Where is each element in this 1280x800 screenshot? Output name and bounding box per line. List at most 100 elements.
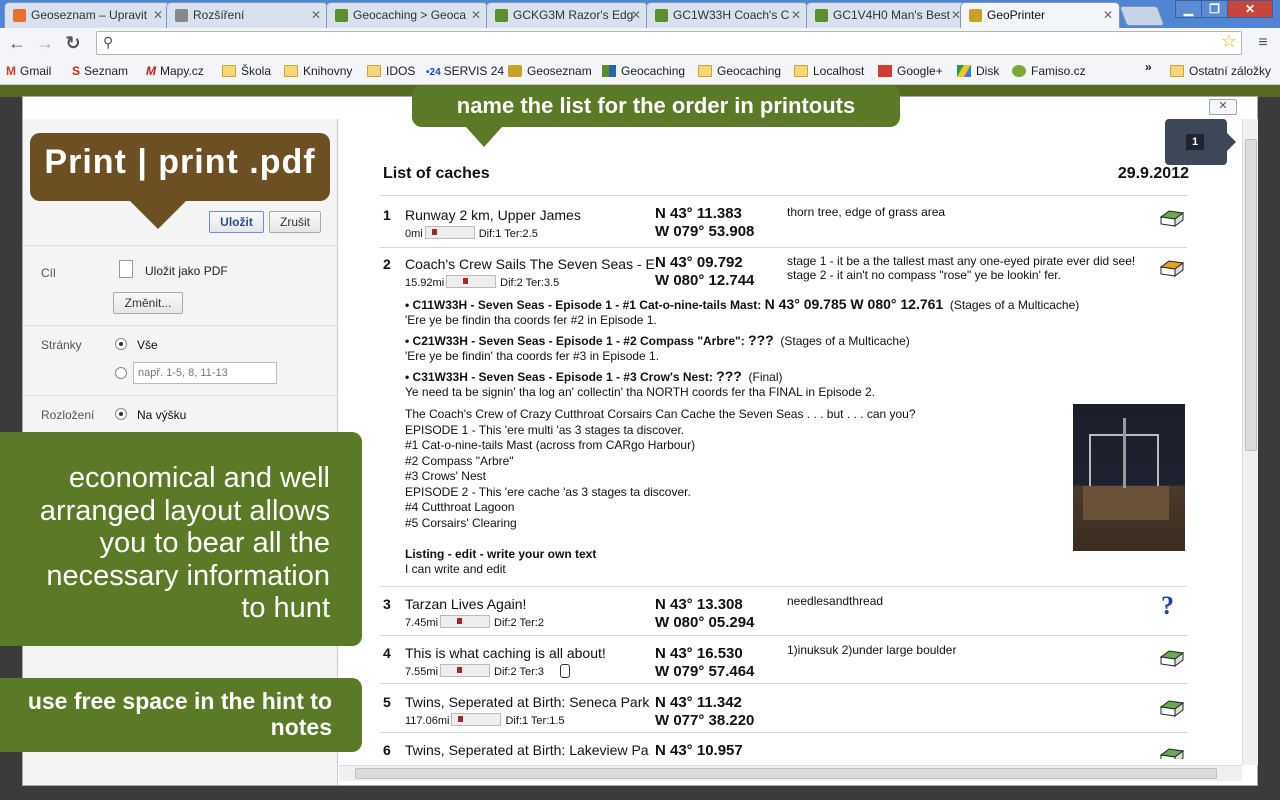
callout-hint: use free space in the hint to notes bbox=[0, 678, 362, 752]
difficulty-bar bbox=[424, 226, 475, 239]
pages-all-radio[interactable] bbox=[115, 338, 127, 350]
star-icon[interactable]: ☆ bbox=[1221, 31, 1237, 52]
bookmark-mapy[interactable]: M Mapy.cz bbox=[146, 62, 204, 80]
cache-number: 5 bbox=[383, 694, 391, 710]
back-arrow-icon[interactable]: ← bbox=[6, 32, 28, 54]
bookmarks-bar: M Gmail S Seznam M Mapy.cz Škola Knihovny I… bbox=[0, 58, 1280, 85]
bookmark-gmail[interactable]: M Gmail bbox=[6, 62, 51, 80]
bookmark-famiso[interactable]: Famiso.cz bbox=[1012, 62, 1086, 80]
geocaching-icon bbox=[602, 65, 616, 77]
stage-coords: N 43° 09.785 W 080° 12.761 bbox=[764, 296, 944, 312]
tab-extensions[interactable]: Rozšíření ✕ bbox=[166, 2, 328, 28]
change-destination-button[interactable]: Změnit... bbox=[113, 292, 183, 314]
bookmark-seznam[interactable]: S Seznam bbox=[72, 62, 128, 80]
bookmark-other[interactable]: Ostatní záložky bbox=[1170, 62, 1271, 80]
destination-section: Cíl Uložit jako PDF Změnit... bbox=[23, 245, 337, 326]
bookmark-disk[interactable]: Disk bbox=[957, 62, 999, 80]
scroll-thumb[interactable] bbox=[1245, 139, 1257, 451]
geocaching-favicon-icon bbox=[815, 9, 828, 22]
horizontal-scrollbar[interactable] bbox=[339, 765, 1242, 781]
bookmark-skola[interactable]: Škola bbox=[222, 62, 271, 80]
new-tab-button[interactable] bbox=[1119, 6, 1165, 26]
tab-geocaching[interactable]: Geocaching > Geoca ✕ bbox=[326, 2, 488, 28]
destination-value: Uložit jako PDF bbox=[145, 264, 228, 278]
close-icon[interactable]: ✕ bbox=[1209, 99, 1237, 115]
scroll-thumb[interactable] bbox=[355, 768, 1217, 779]
stage-code: • C21W33H - Seven Seas - Episode 1 - #2 … bbox=[405, 334, 745, 348]
layout-portrait-radio[interactable] bbox=[115, 408, 127, 420]
cache-number: 1 bbox=[383, 207, 391, 223]
tab-gc1w33h[interactable]: GC1W33H Coach's C ✕ bbox=[646, 2, 808, 28]
forward-arrow-icon[interactable]: → bbox=[34, 32, 56, 54]
stage-line: • C11W33H - Seven Seas - Episode 1 - #1 … bbox=[405, 296, 1079, 314]
traditional-cache-icon bbox=[1159, 748, 1185, 759]
more-bookmarks-icon[interactable]: » bbox=[1145, 58, 1152, 76]
stage-text: 'Ere ye be findin' tha coords fer #3 in … bbox=[405, 349, 660, 363]
cache-longitude: W 080° 05.294 bbox=[655, 614, 755, 631]
cache-terrain: Ter:2 bbox=[519, 617, 544, 629]
close-tab-icon[interactable]: ✕ bbox=[631, 3, 641, 27]
tab-geoseznam[interactable]: Geoseznam – Upravit ✕ bbox=[4, 2, 170, 28]
cache-meta: 15.92mi Dif:2 Ter:3.5 bbox=[405, 275, 559, 289]
difficulty-bar bbox=[451, 713, 502, 726]
reload-icon[interactable]: ↻ bbox=[62, 32, 84, 54]
cache-number: 6 bbox=[383, 742, 391, 758]
close-tab-icon[interactable]: ✕ bbox=[1103, 3, 1113, 27]
maximize-button[interactable]: ❐ bbox=[1201, 0, 1228, 18]
cache-latitude: N 43° 11.383 bbox=[655, 205, 742, 222]
tab-geoprinter[interactable]: GeoPrinter ✕ bbox=[960, 2, 1120, 28]
cache-longitude: W 079° 57.464 bbox=[655, 663, 755, 680]
cache-terrain: Ter:3 bbox=[519, 666, 544, 678]
close-window-button[interactable]: ✕ bbox=[1227, 0, 1273, 18]
cache-name: Twins, Seperated at Birth: Seneca Park bbox=[405, 694, 650, 710]
pages-range-input[interactable] bbox=[133, 362, 277, 384]
cancel-button[interactable]: Zrušit bbox=[269, 211, 321, 233]
tab-gc1v4h0[interactable]: GC1V4H0 Man's Best ✕ bbox=[806, 2, 968, 28]
address-bar[interactable]: ⚲ ☆ bbox=[96, 31, 1242, 55]
geocaching-favicon-icon bbox=[495, 9, 508, 22]
tab-gckg3m[interactable]: GCKG3M Razor's Edg ✕ bbox=[486, 2, 648, 28]
cache-difficulty: Dif:2 bbox=[500, 277, 523, 289]
cache-name: Tarzan Lives Again! bbox=[405, 596, 527, 612]
geoseznam-favicon-icon bbox=[13, 9, 26, 22]
save-button[interactable]: Uložit bbox=[209, 211, 264, 233]
stage-code: • C31W33H - Seven Seas - Episode 1 - #3 … bbox=[405, 370, 713, 384]
cache-hint: 1)inuksuk 2)under large boulder bbox=[787, 643, 957, 657]
close-tab-icon[interactable]: ✕ bbox=[471, 3, 481, 27]
bookmark-knihovny[interactable]: Knihovny bbox=[284, 62, 352, 80]
bookmark-geocaching[interactable]: Geocaching bbox=[602, 62, 685, 80]
geocaching-favicon-icon bbox=[335, 9, 348, 22]
close-tab-icon[interactable]: ✕ bbox=[153, 3, 163, 27]
folder-icon bbox=[284, 65, 298, 77]
bookmark-idos[interactable]: IDOS bbox=[367, 62, 415, 80]
difficulty-bar bbox=[440, 664, 491, 677]
cache-latitude: N 43° 11.342 bbox=[655, 694, 742, 711]
vertical-scrollbar[interactable] bbox=[1242, 119, 1258, 765]
menu-icon[interactable]: ≡ bbox=[1252, 32, 1274, 54]
bookmark-localhost[interactable]: Localhost bbox=[794, 62, 864, 80]
bookmark-geocaching-folder[interactable]: Geocaching bbox=[698, 62, 781, 80]
stage-coords: ??? bbox=[748, 332, 774, 348]
bookmark-servis24[interactable]: •24 SERVIS 24 bbox=[426, 62, 504, 80]
pages-range-radio[interactable] bbox=[115, 367, 127, 379]
minimize-button[interactable]: ▁ bbox=[1175, 0, 1202, 18]
description-line: #3 Crows' Nest bbox=[405, 469, 486, 483]
cache-name: This is what caching is all about! bbox=[405, 645, 606, 661]
cache-hint: stage 1 - it be a the tallest mast any o… bbox=[787, 254, 1136, 282]
bookmark-geoseznam[interactable]: Geoseznam bbox=[508, 62, 592, 80]
mapy-icon: M bbox=[146, 64, 156, 78]
stage-coords: ??? bbox=[716, 368, 742, 384]
callout-name-list: name the list for the order in printouts bbox=[412, 85, 900, 147]
pages-label: Stránky bbox=[41, 338, 82, 352]
cache-hint: needlesandthread bbox=[787, 594, 884, 608]
folder-icon bbox=[794, 65, 808, 77]
close-tab-icon[interactable]: ✕ bbox=[791, 3, 801, 27]
close-tab-icon[interactable]: ✕ bbox=[311, 3, 321, 27]
notes-text[interactable]: I can write and edit bbox=[405, 562, 506, 578]
geocaching-favicon-icon bbox=[655, 9, 668, 22]
separator bbox=[379, 683, 1187, 684]
cache-meta: 0mi Dif:1 Ter:2.5 bbox=[405, 226, 538, 240]
unknown-cache-icon: ? bbox=[1161, 591, 1174, 620]
geoprinter-favicon-icon bbox=[969, 9, 982, 22]
bookmark-googleplus[interactable]: Google+ bbox=[878, 62, 943, 80]
